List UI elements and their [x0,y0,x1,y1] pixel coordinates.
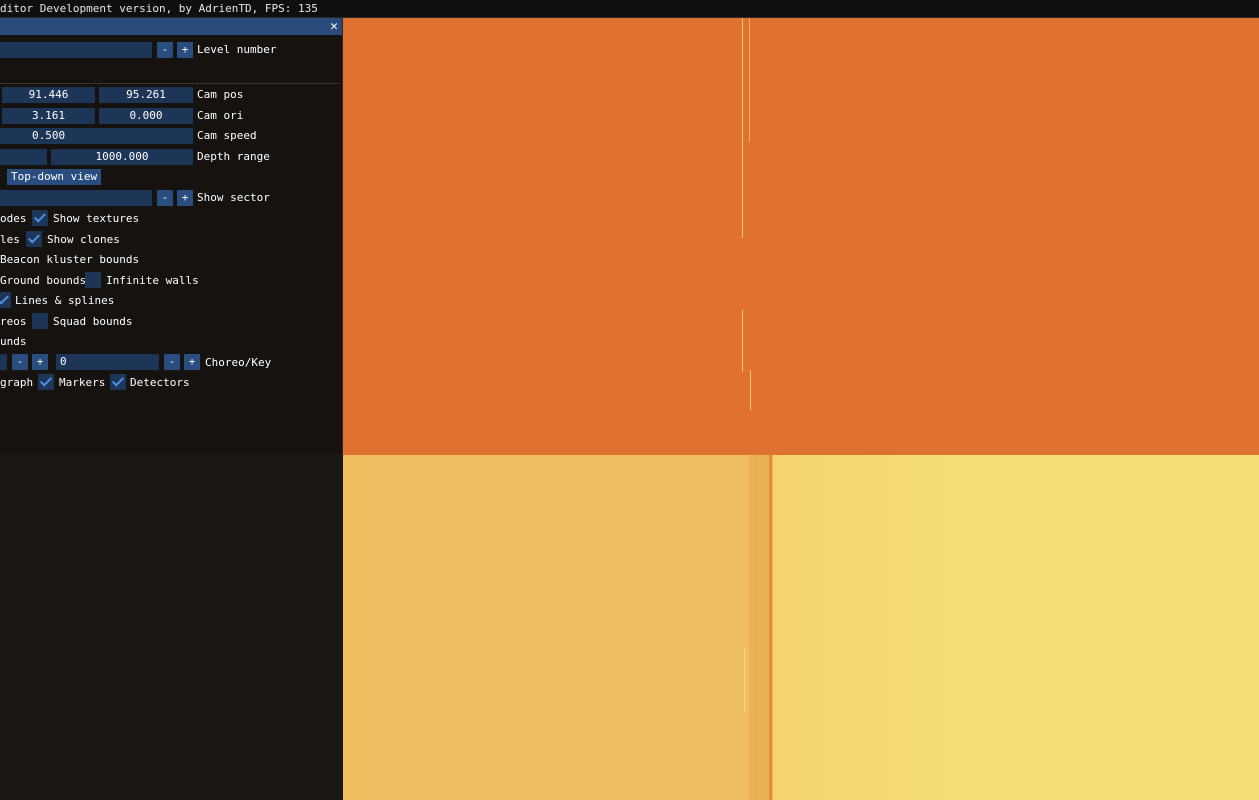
show-textures-label: Show textures [53,212,140,225]
scene-line [750,370,751,410]
lines-splines-label: Lines & splines [15,294,115,307]
level-increment-button[interactable]: + [177,42,193,58]
cam-pos-label: Cam pos [197,88,244,101]
detectors-label: Detectors [130,376,190,389]
panel-header[interactable] [0,18,342,35]
show-clones-label: Show clones [47,233,120,246]
show-models-label: les [0,233,20,246]
viewport-floor-right [773,455,1259,800]
beacon-kluster-bounds-label: Beacon kluster bounds [0,253,140,266]
show-textures-checkbox[interactable] [32,210,48,226]
markers-checkbox[interactable] [38,374,54,390]
cam-speed-input[interactable]: 0.500 [0,128,193,144]
separator [0,83,340,84]
cam-ori-y-input[interactable]: 0.000 [99,108,193,124]
infinite-walls-label: Infinite walls [106,274,199,287]
sector-increment-button[interactable]: + [177,190,193,206]
show-clones-checkbox[interactable] [26,231,42,247]
lines-splines-checkbox[interactable] [0,292,11,308]
show-sector-input[interactable] [0,190,152,206]
editor-panel[interactable]: ✕ - + Level number 91.446 95.261 Cam pos… [0,18,343,454]
bounds-label: unds [0,335,27,348]
squad-bounds-checkbox[interactable] [32,313,48,329]
detectors-checkbox[interactable] [110,374,126,390]
close-icon[interactable]: ✕ [326,18,342,35]
depth-range-max-input[interactable]: 1000.000 [51,149,193,165]
choreo-increment-button[interactable]: + [184,354,200,370]
cam-ori-label: Cam ori [197,109,244,122]
choreo-key-label: Choreo/Key [205,356,272,369]
scene-line [742,18,743,238]
graph-label: graph [0,376,34,389]
viewport-orange-wall [343,18,1259,455]
window-title: ditor Development version, by AdrienTD, … [0,2,318,15]
show-sector-label: Show sector [197,191,270,204]
cam-ori-x-input[interactable]: 3.161 [2,108,95,124]
ground-bounds-label: Ground bounds [0,274,87,287]
3d-viewport[interactable] [343,18,1259,800]
choreo-key-input[interactable]: 0 [56,354,159,370]
infinite-walls-checkbox[interactable] [85,272,101,288]
cam-pos-y-input[interactable]: 91.446 [2,87,95,103]
top-down-view-button[interactable]: Top-down view [7,169,102,185]
depth-range-label: Depth range [197,150,270,163]
level-number-label: Level number [197,43,277,56]
squad-increment-button[interactable]: + [32,354,48,370]
squad-index-input[interactable] [0,354,7,370]
depth-range-min-input[interactable] [0,149,47,165]
squad-bounds-label: Squad bounds [53,315,133,328]
window-title-bar: ditor Development version, by AdrienTD, … [0,0,1259,18]
choreos-label: reos [0,315,27,328]
markers-label: Markers [59,376,106,389]
level-number-input[interactable] [0,42,152,58]
scene-line [749,18,750,142]
viewport-floor-left [343,455,754,800]
show-nodes-label: odes [0,212,27,225]
choreo-decrement-button[interactable]: - [164,354,180,370]
scene-line [744,648,745,712]
scene-line [769,455,772,800]
squad-decrement-button[interactable]: - [12,354,28,370]
level-decrement-button[interactable]: - [157,42,173,58]
scene-line [756,455,757,800]
cam-pos-z-input[interactable]: 95.261 [99,87,193,103]
scene-line [742,310,743,372]
cam-speed-label: Cam speed [197,129,257,142]
sector-decrement-button[interactable]: - [157,190,173,206]
